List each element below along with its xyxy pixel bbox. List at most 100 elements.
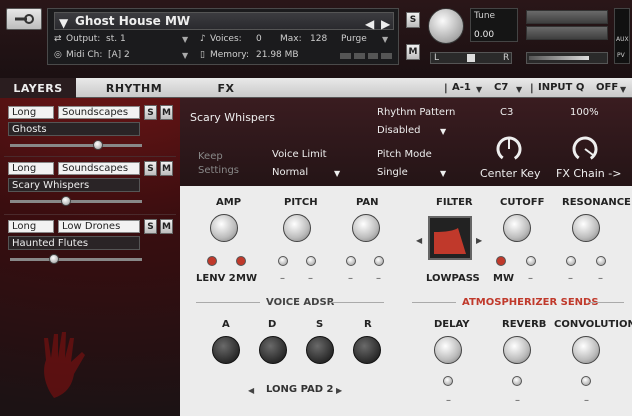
tab-layers[interactable]: LAYERS: [0, 78, 76, 98]
resonance-mod-1-knob[interactable]: [566, 256, 576, 266]
adsr-preset-prev-icon[interactable]: ◀: [248, 386, 254, 395]
layer-type-selector[interactable]: Long: [8, 106, 54, 119]
adsr-preset-value[interactable]: LONG PAD 2: [266, 385, 333, 395]
pan-mod-1-knob[interactable]: [346, 256, 356, 266]
output-dropdown-icon[interactable]: ▼: [182, 35, 188, 44]
voice-limit-dropdown-icon[interactable]: ▼: [334, 169, 340, 178]
resonance-mod-2-label: –: [598, 273, 603, 284]
layer-solo-button[interactable]: S: [144, 161, 157, 176]
collapse-triangle-icon[interactable]: ▼: [59, 16, 68, 30]
pitch-mode-value[interactable]: Single: [377, 168, 408, 178]
filter-next-icon[interactable]: ▶: [476, 236, 482, 245]
pitch-mod-2-knob[interactable]: [306, 256, 316, 266]
layer-category-selector[interactable]: Low Drones: [58, 220, 140, 233]
input-q-dropdown-icon[interactable]: ▼: [620, 85, 626, 94]
resonance-mod-2-knob[interactable]: [596, 256, 606, 266]
pitch-mod-1-knob[interactable]: [278, 256, 288, 266]
cutoff-mod-mw-knob[interactable]: [496, 256, 506, 266]
pan-mod-1-label: –: [348, 273, 353, 284]
cutoff-knob[interactable]: [503, 214, 531, 242]
preset-dropdown-icon[interactable]: ▼: [476, 85, 482, 94]
layer-solo-button[interactable]: S: [144, 219, 157, 234]
sustain-knob[interactable]: [306, 336, 334, 364]
pv-label[interactable]: PV: [617, 53, 625, 59]
pan-slider-thumb[interactable]: [467, 54, 475, 62]
adsr-preset-next-icon[interactable]: ▶: [336, 386, 342, 395]
delay-mod-knob[interactable]: [443, 376, 453, 386]
prev-instrument-icon[interactable]: ◀: [365, 17, 374, 31]
amp-mod-lenv-knob[interactable]: [207, 256, 217, 266]
cutoff-mod-2-knob[interactable]: [526, 256, 536, 266]
layer-sample-name[interactable]: Haunted Flutes: [8, 236, 140, 250]
reverb-mod-knob[interactable]: [512, 376, 522, 386]
layer-volume-slider[interactable]: [10, 258, 142, 261]
pan-left-label: L: [434, 53, 440, 63]
layer-sample-name[interactable]: Ghosts: [8, 122, 140, 136]
tab-fx[interactable]: FX: [186, 78, 266, 98]
layer-volume-thumb[interactable]: [61, 196, 71, 206]
release-knob[interactable]: [353, 336, 381, 364]
tune-knob[interactable]: [428, 8, 464, 44]
layer-type-selector[interactable]: Long: [8, 220, 54, 233]
amp-knob[interactable]: [210, 214, 238, 242]
midi-channel-value[interactable]: [A] 2: [108, 51, 130, 60]
tab-rhythm[interactable]: RHYTHM: [82, 78, 186, 98]
tune-value[interactable]: 0.00: [474, 31, 494, 40]
pan-mod-2-knob[interactable]: [374, 256, 384, 266]
decay-knob[interactable]: [259, 336, 287, 364]
layer-category-selector[interactable]: Soundscapes: [58, 106, 140, 119]
fx-chain-knob[interactable]: [570, 134, 600, 164]
keep-settings-toggle[interactable]: Keep Settings: [198, 150, 239, 178]
amp-mod-mw-knob[interactable]: [236, 256, 246, 266]
output-value[interactable]: st. 1: [106, 35, 126, 44]
preset-selector[interactable]: A-1: [452, 83, 471, 93]
layer-mute-button[interactable]: M: [160, 161, 173, 176]
convolution-send-knob[interactable]: [572, 336, 600, 364]
filter-type-display[interactable]: [428, 216, 472, 260]
reverb-send-knob[interactable]: [503, 336, 531, 364]
volume-slider[interactable]: [526, 52, 608, 64]
convolution-send-label: CONVOLUTION: [554, 319, 632, 330]
key-selector[interactable]: C7: [494, 83, 508, 93]
key-dropdown-icon[interactable]: ▼: [516, 85, 522, 94]
purge-menu[interactable]: Purge: [341, 35, 367, 44]
layer-sample-name[interactable]: Scary Whispers: [8, 178, 140, 192]
pitch-mode-dropdown-icon[interactable]: ▼: [440, 169, 446, 178]
next-instrument-icon[interactable]: ▶: [381, 17, 390, 31]
purge-dropdown-icon[interactable]: ▼: [382, 35, 388, 44]
resonance-knob[interactable]: [572, 214, 600, 242]
layer-volume-slider[interactable]: [10, 200, 142, 203]
wrench-icon[interactable]: [6, 8, 42, 30]
mute-button[interactable]: M: [406, 44, 420, 60]
pan-slider[interactable]: L R: [430, 52, 512, 64]
layer-mute-button[interactable]: M: [160, 219, 173, 234]
layer-solo-button[interactable]: S: [144, 105, 157, 120]
attack-knob[interactable]: [212, 336, 240, 364]
input-q-value[interactable]: OFF: [596, 83, 618, 93]
layer-category-selector[interactable]: Soundscapes: [58, 162, 140, 175]
layer-volume-slider[interactable]: [10, 144, 142, 147]
midi-dropdown-icon[interactable]: ▼: [182, 51, 188, 60]
layer-volume-thumb[interactable]: [49, 254, 59, 264]
pitch-knob[interactable]: [283, 214, 311, 242]
rhythm-pattern-dropdown-icon[interactable]: ▼: [440, 127, 446, 136]
delay-send-knob[interactable]: [434, 336, 462, 364]
sends-divider-left: [412, 302, 456, 303]
aux-label[interactable]: AUX: [616, 37, 629, 43]
layer-mute-button[interactable]: M: [160, 105, 173, 120]
center-key-knob[interactable]: [494, 134, 524, 164]
convolution-mod-knob[interactable]: [581, 376, 591, 386]
pan-knob[interactable]: [352, 214, 380, 242]
layer-divider: [4, 214, 176, 215]
tune-display[interactable]: Tune 0.00: [470, 8, 518, 42]
bloody-handprint-icon: [34, 330, 94, 400]
instrument-name[interactable]: Ghost House MW: [75, 15, 190, 27]
layer-volume-thumb[interactable]: [93, 140, 103, 150]
max-voices-value[interactable]: 128: [310, 35, 327, 44]
rhythm-pattern-value[interactable]: Disabled: [377, 126, 420, 136]
layer-type-selector[interactable]: Long: [8, 162, 54, 175]
midi-channel-label: Midi Ch:: [66, 50, 103, 60]
solo-button[interactable]: S: [406, 12, 420, 28]
filter-prev-icon[interactable]: ◀: [416, 236, 422, 245]
voice-limit-value[interactable]: Normal: [272, 168, 308, 178]
